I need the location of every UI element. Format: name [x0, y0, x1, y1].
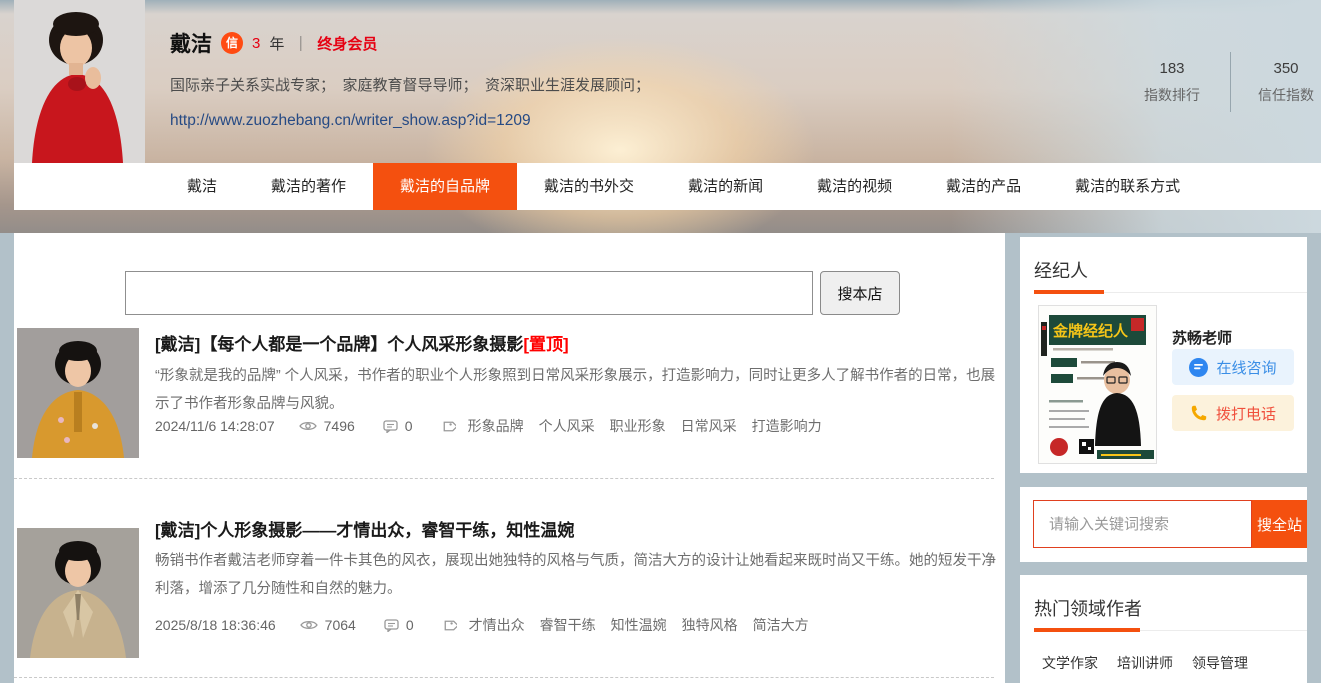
- article-list-panel: 搜本店 [戴洁]【每个人都是一个品牌】个人风采形象摄影[置顶] “形象就是我的品…: [14, 233, 1005, 683]
- membership-level: 终身会员: [317, 33, 377, 54]
- view-count-value: 7496: [324, 418, 355, 434]
- writer-profile-url[interactable]: http://www.zuozhebang.cn/writer_show.asp…: [170, 112, 531, 130]
- site-search-panel: 搜全站: [1020, 487, 1307, 562]
- tab-news[interactable]: 戴洁的新闻: [661, 163, 790, 210]
- tab-works[interactable]: 戴洁的著作: [244, 163, 373, 210]
- tag-list: 才情出众 睿智干练 知性温婉 独特风格 简洁大方: [469, 615, 809, 635]
- magazine-title: 金牌经纪人: [1052, 322, 1129, 340]
- profile-nav: 戴洁 戴洁的著作 戴洁的自品牌 戴洁的书外交 戴洁的新闻 戴洁的视频 戴洁的产品…: [14, 163, 1321, 210]
- writer-bio: 国际亲子关系实战专家； 家庭教育督导导师； 资深职业生涯发展顾问；: [170, 74, 650, 95]
- writer-name: 戴洁: [170, 28, 212, 58]
- tag-list: 形象品牌 个人风采 职业形象 日常风采 打造影响力: [468, 416, 822, 436]
- tag[interactable]: 职业形象: [610, 416, 666, 436]
- heading-rule: [1034, 627, 1307, 631]
- pinned-badge: [置顶]: [523, 335, 568, 354]
- comment-count-value: 0: [406, 617, 414, 633]
- article-2-photo: [17, 528, 139, 658]
- view-count: 7496: [299, 418, 355, 434]
- view-count: 7064: [300, 617, 356, 633]
- article-title[interactable]: [戴洁]【每个人都是一个品牌】个人风采形象摄影[置顶]: [155, 330, 569, 355]
- tags-group: [441, 419, 456, 434]
- agent-heading: 经纪人: [1034, 257, 1088, 283]
- tag[interactable]: 个人风采: [539, 416, 595, 436]
- view-count-value: 7064: [325, 617, 356, 633]
- writer-header: 戴洁 信 3 年 ｜ 终身会员: [170, 28, 377, 58]
- eye-icon: [299, 420, 317, 432]
- agent-magazine-cover[interactable]: 金牌经纪人: [1038, 305, 1157, 464]
- site-search-input[interactable]: [1033, 500, 1252, 548]
- tag[interactable]: 简洁大方: [753, 615, 809, 635]
- article-1-photo: [17, 328, 139, 458]
- stat-index-rank: 183 指数排行: [1117, 60, 1227, 105]
- site-search-button[interactable]: 搜全站: [1252, 500, 1307, 548]
- eye-icon: [300, 619, 318, 631]
- magazine-cover-illustration: 金牌经纪人: [1039, 306, 1156, 463]
- article-excerpt: 畅销书作者戴洁老师穿着一件卡其色的风衣，展现出她独特的风格与气质，简洁大方的设计…: [155, 547, 1000, 603]
- tag[interactable]: 独特风格: [682, 615, 738, 635]
- membership-years-value: 3: [252, 35, 260, 52]
- tag-icon: [441, 419, 456, 434]
- comment-count-value: 0: [405, 418, 413, 434]
- comment-icon: [384, 619, 399, 632]
- shop-search-input[interactable]: [125, 271, 813, 315]
- tag[interactable]: 睿智干练: [540, 615, 596, 635]
- phone-icon: [1190, 404, 1208, 422]
- call-phone-button[interactable]: 拨打电话: [1172, 395, 1294, 431]
- tab-home[interactable]: 戴洁: [160, 163, 244, 210]
- article-date: 2025/8/18 18:36:46: [155, 617, 276, 633]
- stat-label: 信任指数: [1231, 85, 1321, 105]
- article-title-text: [戴洁]个人形象摄影——才情出众，睿智干练，知性温婉: [155, 521, 574, 540]
- article-meta: 2024/11/6 14:28:07 7496 0 形象品牌 个人风采 职业形象…: [155, 416, 822, 436]
- shop-search-button[interactable]: 搜本店: [820, 271, 900, 315]
- certified-badge-icon: 信: [221, 32, 243, 54]
- tab-contact[interactable]: 戴洁的联系方式: [1048, 163, 1207, 210]
- heading-rule-accent: [1034, 628, 1140, 632]
- stat-value: 350: [1231, 60, 1321, 77]
- hot-link-training[interactable]: 培训讲师: [1117, 653, 1173, 673]
- tags-group: [442, 618, 457, 633]
- article-separator: [14, 478, 994, 479]
- article-excerpt: “形象就是我的品牌” 个人风采，书作者的职业个人形象照到日常风采形象展示，打造影…: [155, 362, 1000, 418]
- comment-icon: [383, 420, 398, 433]
- writer-avatar: [14, 0, 145, 163]
- article-separator: [14, 677, 994, 678]
- hot-author-links: 文学作家 培训讲师 领导管理: [1042, 653, 1248, 673]
- tab-products[interactable]: 戴洁的产品: [919, 163, 1048, 210]
- chat-bubble-icon: [1189, 358, 1208, 377]
- membership-years-unit: 年: [269, 33, 284, 54]
- tab-videos[interactable]: 戴洁的视频: [790, 163, 919, 210]
- stat-label: 指数排行: [1117, 85, 1227, 105]
- call-phone-label: 拨打电话: [1216, 403, 1276, 424]
- stat-trust-index: 350 信任指数: [1231, 60, 1321, 105]
- hot-authors-heading: 热门领域作者: [1034, 595, 1142, 621]
- article-thumbnail[interactable]: [17, 328, 139, 458]
- agent-name: 苏畅老师: [1172, 327, 1232, 348]
- article-thumbnail[interactable]: [17, 528, 139, 658]
- agent-panel: 经纪人 金牌经纪人: [1020, 237, 1307, 473]
- article-title-text: [戴洁]【每个人都是一个品牌】个人风采形象摄影: [155, 335, 523, 354]
- stat-value: 183: [1117, 60, 1227, 77]
- heading-rule-accent: [1034, 290, 1104, 294]
- comment-count: 0: [384, 617, 414, 633]
- hot-link-literature[interactable]: 文学作家: [1042, 653, 1098, 673]
- tab-self-brand[interactable]: 戴洁的自品牌: [373, 163, 517, 210]
- avatar-illustration: [14, 0, 145, 163]
- tag[interactable]: 形象品牌: [468, 416, 524, 436]
- article-meta: 2025/8/18 18:36:46 7064 0 才情出众 睿智干练 知性温婉…: [155, 615, 809, 635]
- comment-count: 0: [383, 418, 413, 434]
- article-title[interactable]: [戴洁]个人形象摄影——才情出众，睿智干练，知性温婉: [155, 516, 574, 541]
- hot-link-leadership[interactable]: 领导管理: [1192, 653, 1248, 673]
- tag[interactable]: 打造影响力: [752, 416, 822, 436]
- heading-rule: [1034, 289, 1307, 293]
- tag[interactable]: 知性温婉: [611, 615, 667, 635]
- article-date: 2024/11/6 14:28:07: [155, 418, 275, 434]
- online-consult-label: 在线咨询: [1216, 357, 1276, 378]
- header-separator: ｜: [293, 33, 308, 54]
- tag[interactable]: 日常风采: [681, 416, 737, 436]
- online-consult-button[interactable]: 在线咨询: [1172, 349, 1294, 385]
- hot-authors-panel: 热门领域作者 文学作家 培训讲师 领导管理: [1020, 575, 1307, 683]
- tag[interactable]: 才情出众: [469, 615, 525, 635]
- tab-book-diplomacy[interactable]: 戴洁的书外交: [517, 163, 661, 210]
- tag-icon: [442, 618, 457, 633]
